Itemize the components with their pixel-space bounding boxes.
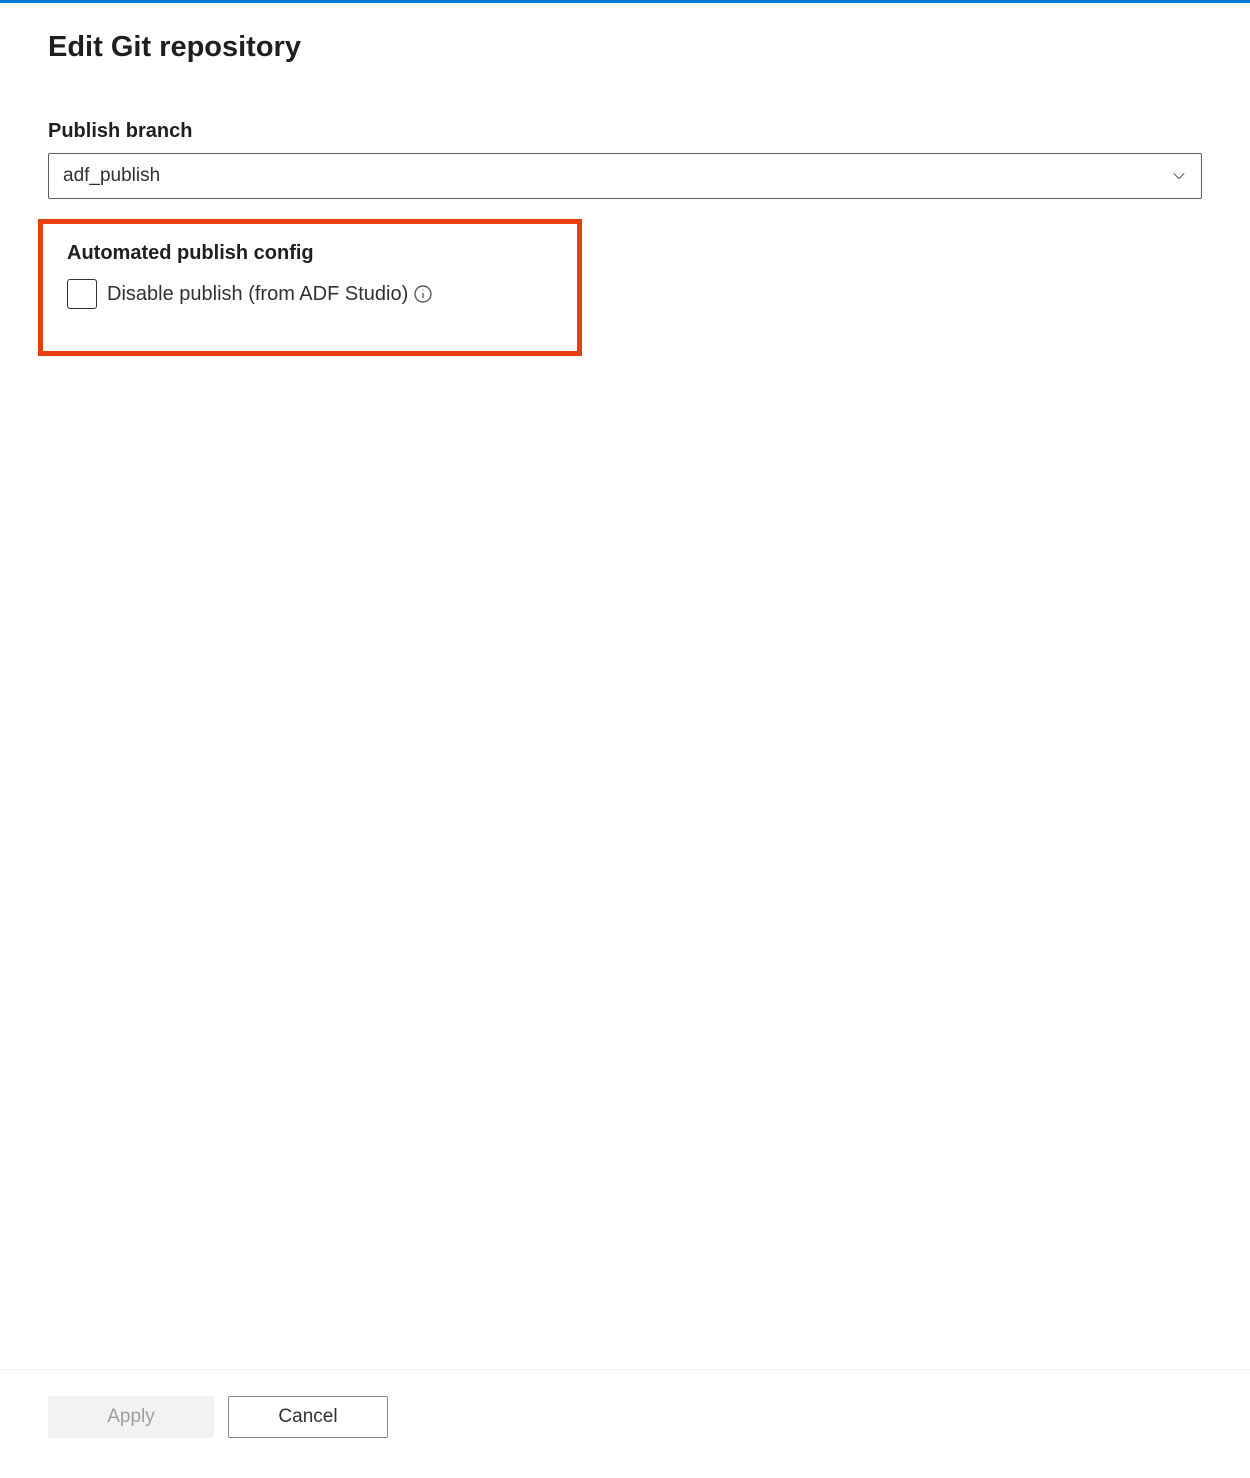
disable-publish-checkbox[interactable] (67, 279, 97, 309)
disable-publish-checkbox-text: Disable publish (from ADF Studio) (107, 283, 408, 306)
info-icon[interactable] (414, 285, 432, 303)
automated-publish-label: Automated publish config (67, 242, 553, 265)
chevron-down-icon (1171, 168, 1187, 184)
apply-button[interactable]: Apply (48, 1396, 214, 1438)
publish-branch-dropdown[interactable]: adf_publish (48, 153, 1202, 199)
publish-branch-value: adf_publish (63, 165, 1171, 187)
cancel-button[interactable]: Cancel (228, 1396, 388, 1438)
disable-publish-row: Disable publish (from ADF Studio) (67, 279, 553, 309)
page-title: Edit Git repository (48, 31, 1202, 64)
disable-publish-checkbox-label: Disable publish (from ADF Studio) (107, 283, 432, 306)
footer-actions: Apply Cancel (0, 1369, 1250, 1478)
publish-branch-label: Publish branch (48, 120, 1202, 143)
automated-publish-highlight: Automated publish config Disable publish… (38, 219, 582, 356)
publish-branch-field: Publish branch adf_publish (48, 120, 1202, 199)
